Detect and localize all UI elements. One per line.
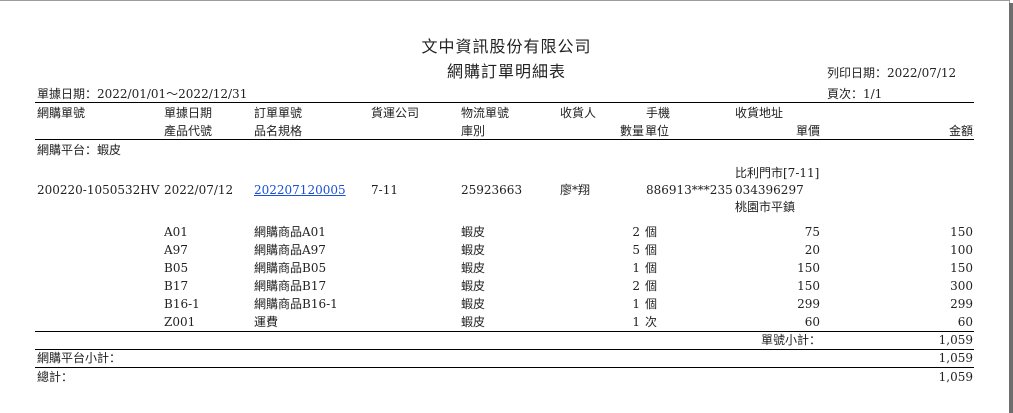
item-code: A01 — [164, 225, 188, 239]
item-qty: 1 — [632, 297, 640, 311]
company-name: 文中資訊股份有限公司 — [421, 37, 592, 56]
order-no: 200220-1050532HV — [37, 183, 160, 197]
item-qty: 2 — [632, 279, 640, 293]
col-amount: 金額 — [948, 124, 973, 138]
item-code: B16-1 — [164, 297, 200, 311]
order-subtotal-label: 單號小計： — [761, 333, 822, 347]
item-unit: 個 — [645, 297, 658, 311]
item-warehouse: 蝦皮 — [461, 297, 486, 311]
col-address: 收貨地址 — [735, 106, 784, 120]
item-unit: 次 — [645, 315, 658, 329]
item-unit: 個 — [645, 261, 658, 275]
col-carrier: 貨運公司 — [371, 106, 420, 120]
item-code: Z001 — [164, 315, 196, 329]
address-line: 034396297 — [735, 183, 804, 197]
item-amount: 300 — [950, 279, 973, 293]
col-order-no: 網購單號 — [37, 106, 86, 120]
platform-subtotal-value: 1,059 — [938, 351, 973, 365]
item-name: 運費 — [254, 315, 279, 329]
item-name: 網購商品A01 — [254, 225, 326, 239]
col-unit: 單位 — [645, 124, 670, 138]
item-name: 網購商品B16-1 — [254, 297, 338, 311]
address-line: 比利門市[7-11] — [735, 166, 820, 180]
item-name: 網購商品A97 — [254, 243, 326, 257]
items-bottom-rule — [35, 331, 974, 332]
col-product-code: 產品代號 — [164, 124, 213, 138]
item-warehouse: 蝦皮 — [461, 279, 486, 293]
item-qty: 5 — [632, 243, 640, 257]
item-price: 20 — [804, 243, 820, 257]
item-code: B05 — [164, 261, 189, 275]
recipient: 廖*翔 — [560, 183, 591, 197]
item-warehouse: 蝦皮 — [461, 261, 486, 275]
grand-total-value: 1,059 — [938, 370, 973, 384]
col-price: 單價 — [795, 124, 820, 138]
platform-subtotal-label: 網購平台小計： — [37, 351, 122, 365]
page-number: 頁次：1/1 — [827, 87, 883, 101]
item-name: 網購商品B17 — [254, 279, 327, 293]
item-warehouse: 蝦皮 — [461, 243, 486, 257]
item-warehouse: 蝦皮 — [461, 225, 486, 239]
item-amount: 299 — [950, 297, 973, 311]
item-code: A97 — [164, 243, 188, 257]
header-bottom-rule — [35, 139, 974, 140]
item-code: B17 — [164, 279, 189, 293]
col-spec: 品名規格 — [254, 124, 303, 138]
item-unit: 個 — [645, 279, 658, 293]
order-subtotal-value: 1,059 — [938, 333, 973, 347]
item-qty: 1 — [632, 315, 640, 329]
col-warehouse: 庫別 — [461, 124, 486, 138]
phone: 886913***235 — [646, 183, 733, 197]
item-price: 299 — [797, 297, 820, 311]
item-qty: 1 — [632, 261, 640, 275]
grand-total-label: 總計： — [37, 370, 74, 384]
item-amount: 100 — [950, 243, 973, 257]
item-price: 150 — [797, 279, 820, 293]
platform-subtotal-rule — [35, 349, 974, 350]
group-label: 網購平台：蝦皮 — [37, 143, 122, 157]
item-warehouse: 蝦皮 — [461, 315, 486, 329]
item-amount: 60 — [957, 315, 973, 329]
item-price: 60 — [804, 315, 820, 329]
header-top-rule — [35, 102, 974, 103]
date-range: 單據日期：2022/01/01～2022/12/31 — [37, 87, 248, 101]
col-recipient: 收貨人 — [560, 106, 597, 120]
sales-order-link[interactable]: 202207120005 — [254, 183, 346, 197]
item-price: 150 — [797, 261, 820, 275]
item-amount: 150 — [950, 225, 973, 239]
col-logistics-no: 物流單號 — [461, 106, 510, 120]
col-doc-date: 單據日期 — [164, 106, 213, 120]
item-name: 網購商品B05 — [254, 261, 327, 275]
address-line: 桃園市平鎮 — [735, 200, 796, 214]
item-unit: 個 — [645, 225, 658, 239]
item-qty: 2 — [632, 225, 640, 239]
item-amount: 150 — [950, 261, 973, 275]
col-qty: 數量 — [620, 124, 645, 138]
col-phone: 手機 — [646, 106, 671, 120]
logistics-no: 25923663 — [461, 183, 523, 197]
carrier: 7-11 — [371, 183, 398, 197]
col-sales-no: 訂單單號 — [254, 106, 303, 120]
item-unit: 個 — [645, 243, 658, 257]
grand-total-rule — [35, 367, 974, 368]
print-date: 列印日期：2022/07/12 — [827, 66, 957, 80]
order-date: 2022/07/12 — [164, 183, 234, 197]
item-price: 75 — [804, 225, 820, 239]
